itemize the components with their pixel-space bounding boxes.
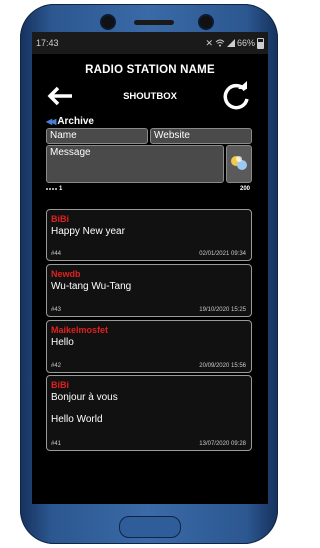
signal-icon [226,39,235,47]
message-author: Maikelmosfet [51,325,109,335]
message-date: 02/01/2021 09:34 [199,251,246,257]
message-id: #44 [51,251,62,257]
refresh-icon[interactable] [220,80,252,112]
mute-icon: ✕ [205,37,213,48]
message-text: Happy New year [51,226,125,237]
double-chevron-left-icon: ◀◀ [46,117,56,126]
message-author: BiBi [51,380,69,390]
website-input[interactable]: Website [150,128,252,144]
message-card: Maikelmosfet Hello #42 20/09/2020 15:56 [46,320,252,373]
message-card: BiBi Happy New year #44 02/01/2021 09:34 [46,209,252,261]
counter-dots [46,188,57,190]
message-card: Newdb Wu-tang Wu-Tang #43 19/10/2020 15:… [46,264,252,317]
message-id: #43 [51,307,62,313]
char-max: 200 [239,186,250,192]
message-card: BiBi Bonjour à vous Hello World #41 13/0… [46,375,252,451]
message-date: 20/09/2020 15:56 [199,363,246,369]
wifi-icon [215,39,225,47]
name-input[interactable]: Name [46,128,148,144]
message-date: 13/07/2020 09:28 [199,441,246,447]
battery-icon [257,37,264,49]
message-author: BiBi [51,214,69,224]
archive-label: Archive [57,116,94,127]
emoji-button[interactable] [226,145,252,183]
earpiece-speaker [134,20,174,25]
emoji-chat-icon [231,156,247,170]
battery-percent: 66% [236,38,255,48]
message-author: Newdb [51,269,81,279]
message-text: Hello [51,337,74,348]
archive-link[interactable]: ◀◀ Archive [46,116,94,127]
char-count: 1 [59,186,63,192]
message-date: 19/10/2020 15:25 [199,307,246,313]
message-id: #41 [51,441,62,447]
message-text: Bonjour à vous [51,392,118,403]
status-time: 17:43 [36,38,59,48]
sensor-icon [200,16,212,28]
message-text: Wu-tang Wu-Tang [51,281,132,292]
message-input[interactable]: Message [46,145,224,183]
char-counter: 1 200 [46,186,252,194]
message-id: #42 [51,363,62,369]
app-screen: 17:43 ✕ 66% RADIO STATION NAME SHOUTBOX … [32,32,268,504]
station-title: RADIO STATION NAME [85,64,215,76]
home-button[interactable] [119,516,181,538]
status-bar: 17:43 ✕ 66% [32,32,268,54]
status-icons: ✕ 66% [205,37,264,49]
message-text-line2: Hello World [51,414,103,425]
front-camera-icon [102,16,114,28]
